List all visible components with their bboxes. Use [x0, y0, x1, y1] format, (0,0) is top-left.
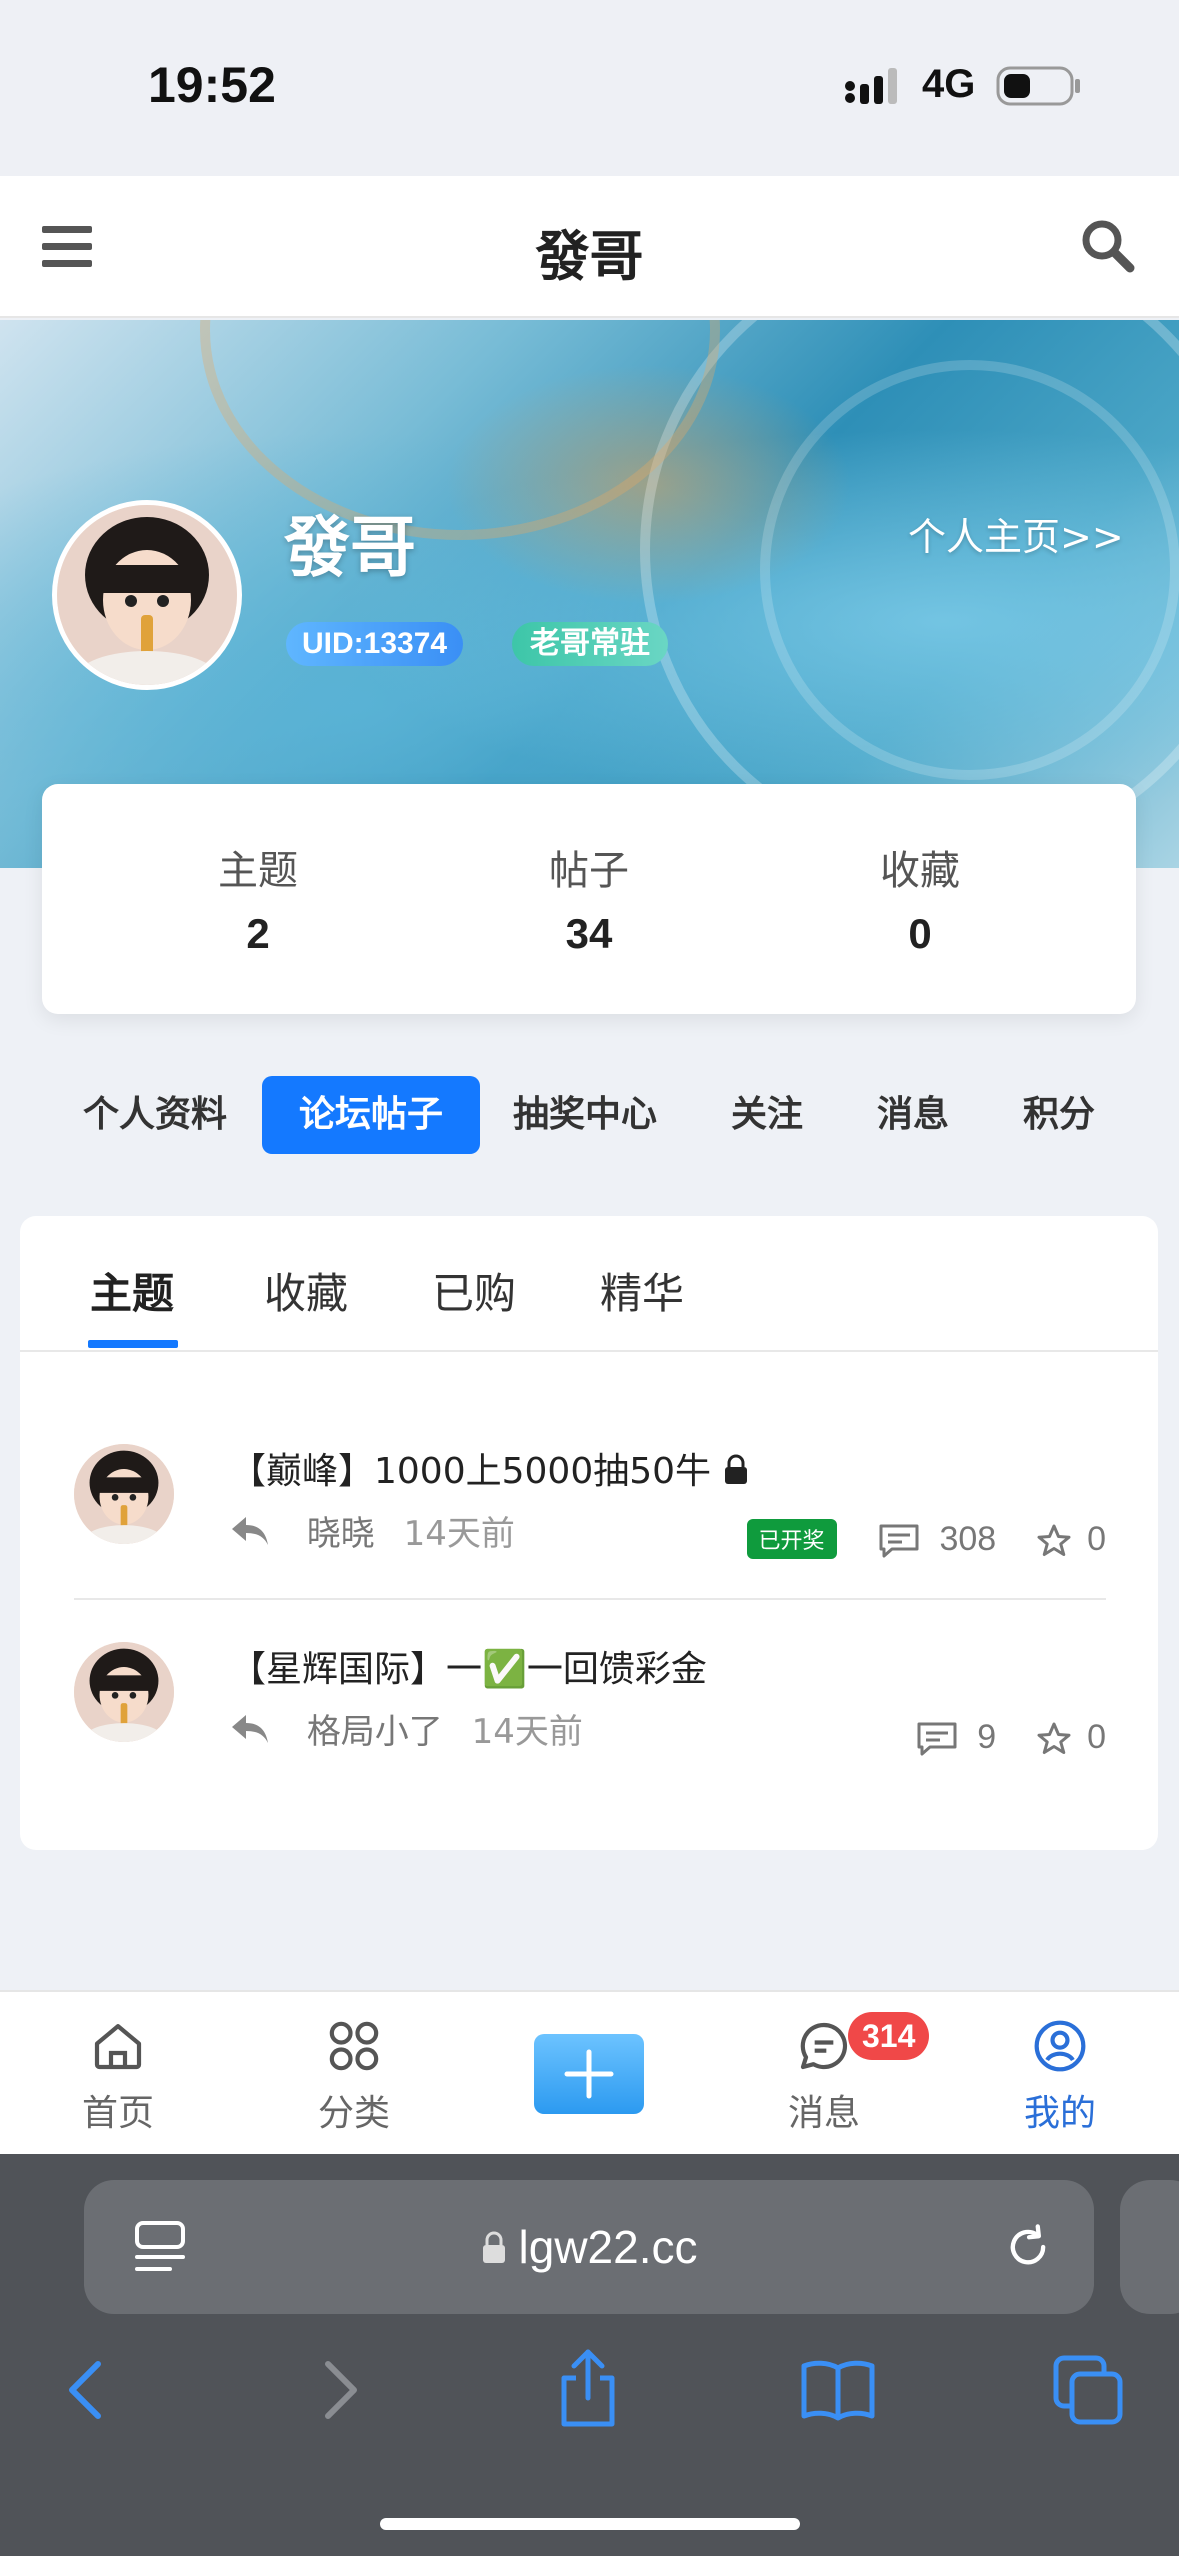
tab-lottery[interactable]: 抽奖中心	[500, 1076, 670, 1154]
stat-value: 2	[246, 910, 270, 957]
stat-favorites[interactable]: 收藏 0	[770, 838, 1070, 958]
nav-home-label: 首页	[81, 2093, 154, 2134]
post-title-text: 【巅峰】1000上5000抽50牛	[230, 1451, 712, 1492]
comment-count: 308	[939, 1519, 997, 1558]
plus-icon	[564, 2049, 614, 2099]
uid-badge: UID:13374	[286, 622, 464, 666]
star-icon[interactable]	[1036, 1520, 1081, 1558]
profile-name: 發哥	[284, 509, 416, 586]
post-item[interactable]: 【巅峰】1000上5000抽50牛 晓晓 14天前 已开奖 308 0	[74, 1444, 1106, 1624]
tab-messages[interactable]: 消息	[858, 1076, 968, 1154]
profile-section-tabs: 个人资料 论坛帖子 抽奖中心 关注 消息 积分	[0, 1076, 1179, 1154]
signal-icon	[844, 66, 906, 110]
stat-label: 主题	[218, 848, 298, 894]
star-icon[interactable]	[1036, 1718, 1081, 1756]
stat-label: 收藏	[880, 848, 960, 894]
tab-profile[interactable]: 个人资料	[70, 1076, 240, 1154]
browser-toolbar: lgw22.cc	[0, 2154, 1179, 2556]
divider	[74, 1598, 1106, 1600]
comment-count: 9	[977, 1717, 997, 1756]
nav-home[interactable]: 首页	[48, 2018, 188, 2136]
nav-mine[interactable]: 我的	[990, 2018, 1130, 2136]
post-stats: 9 0	[916, 1716, 1106, 1757]
posts-card: 主题 收藏 已购 精华 【巅峰】1000上5000抽50牛 晓晓 14天前 已开…	[20, 1216, 1158, 1850]
stat-posts[interactable]: 帖子 34	[439, 838, 739, 958]
subtab-featured[interactable]: 精华	[600, 1260, 684, 1321]
status-time: 19:52	[148, 57, 276, 113]
subtab-topics[interactable]: 主题	[90, 1260, 174, 1321]
tab-follow[interactable]: 关注	[712, 1076, 822, 1154]
nav-mine-label: 我的	[1023, 2093, 1096, 2134]
grid-icon	[329, 2021, 379, 2071]
search-icon[interactable]	[1080, 218, 1136, 278]
post-title[interactable]: 【巅峰】1000上5000抽50牛	[230, 1442, 749, 1494]
tabs-icon[interactable]	[1052, 2354, 1124, 2426]
stats-card: 主题 2 帖子 34 收藏 0	[42, 784, 1136, 1014]
reload-icon[interactable]	[1002, 2220, 1054, 2274]
tab-points[interactable]: 积分	[1004, 1076, 1114, 1154]
next-tab-preview[interactable]	[1120, 2180, 1179, 2314]
active-tab-indicator	[88, 1340, 178, 1348]
chat-icon	[800, 2022, 848, 2070]
author-avatar[interactable]	[74, 1642, 174, 1742]
star-count: 0	[1087, 1717, 1106, 1756]
reply-icon	[230, 1515, 270, 1556]
title-badge: 老哥常驻	[512, 622, 668, 666]
url-text: lgw22.cc	[518, 2221, 698, 2273]
stat-topics[interactable]: 主题 2	[108, 838, 408, 958]
post-stats: 已开奖 308 0	[746, 1518, 1106, 1560]
message-count-badge: 314	[848, 2012, 930, 2060]
lock-icon	[482, 2231, 505, 2263]
address-bar[interactable]: lgw22.cc	[84, 2180, 1094, 2314]
top-navigation-bar: 發哥	[0, 176, 1179, 318]
post-title[interactable]: 【星辉国际】一✅一回馈彩金	[230, 1640, 707, 1692]
post-title-text: 【星辉国际】一✅一回馈彩金	[230, 1649, 707, 1690]
nav-messages-label: 消息	[787, 2093, 860, 2134]
post-time: 14天前	[403, 1514, 515, 1554]
forward-icon[interactable]	[318, 2358, 362, 2422]
bottom-tab-bar: 首页 分类 消息 314 我的	[0, 1990, 1179, 2154]
tab-forum-posts[interactable]: 论坛帖子	[262, 1076, 480, 1154]
nav-category[interactable]: 分类	[284, 2018, 424, 2136]
add-post-button[interactable]	[534, 2034, 644, 2114]
nav-category-label: 分类	[317, 2093, 390, 2134]
comment-icon	[916, 1718, 967, 1756]
battery-icon	[996, 66, 1082, 110]
url-display: lgw22.cc	[84, 2220, 1094, 2274]
post-meta: 格局小了 14天前	[230, 1704, 583, 1754]
personal-homepage-link[interactable]: 个人主页>>	[908, 506, 1124, 561]
post-author[interactable]: 格局小了	[307, 1712, 443, 1752]
status-bar: 19:52 4G	[0, 0, 1179, 176]
user-avatar[interactable]	[52, 500, 242, 690]
subtab-favorites[interactable]: 收藏	[264, 1260, 348, 1321]
home-icon	[94, 2024, 142, 2070]
subtab-purchased[interactable]: 已购	[432, 1260, 516, 1321]
stat-value: 34	[565, 910, 613, 957]
status-badge: 已开奖	[746, 1519, 837, 1560]
home-indicator	[380, 2518, 800, 2530]
stat-label: 帖子	[549, 848, 629, 894]
stat-value: 0	[908, 910, 932, 957]
post-author[interactable]: 晓晓	[307, 1514, 375, 1554]
bookmarks-icon[interactable]	[800, 2358, 876, 2422]
post-time: 14天前	[471, 1712, 583, 1752]
post-item[interactable]: 【星辉国际】一✅一回馈彩金 格局小了 14天前 9 0	[74, 1642, 1106, 1822]
share-icon[interactable]	[556, 2348, 620, 2428]
author-avatar[interactable]	[74, 1444, 174, 1544]
lock-icon	[723, 1451, 749, 1492]
post-meta: 晓晓 14天前	[230, 1506, 515, 1556]
comment-icon	[878, 1520, 929, 1558]
page-title: 發哥	[535, 225, 644, 288]
network-type: 4G	[922, 62, 976, 106]
post-filter-tabs: 主题 收藏 已购 精华	[20, 1216, 1158, 1352]
star-count: 0	[1087, 1519, 1106, 1558]
reply-icon	[230, 1713, 270, 1754]
user-icon	[1034, 2020, 1086, 2072]
back-icon[interactable]	[64, 2358, 108, 2422]
